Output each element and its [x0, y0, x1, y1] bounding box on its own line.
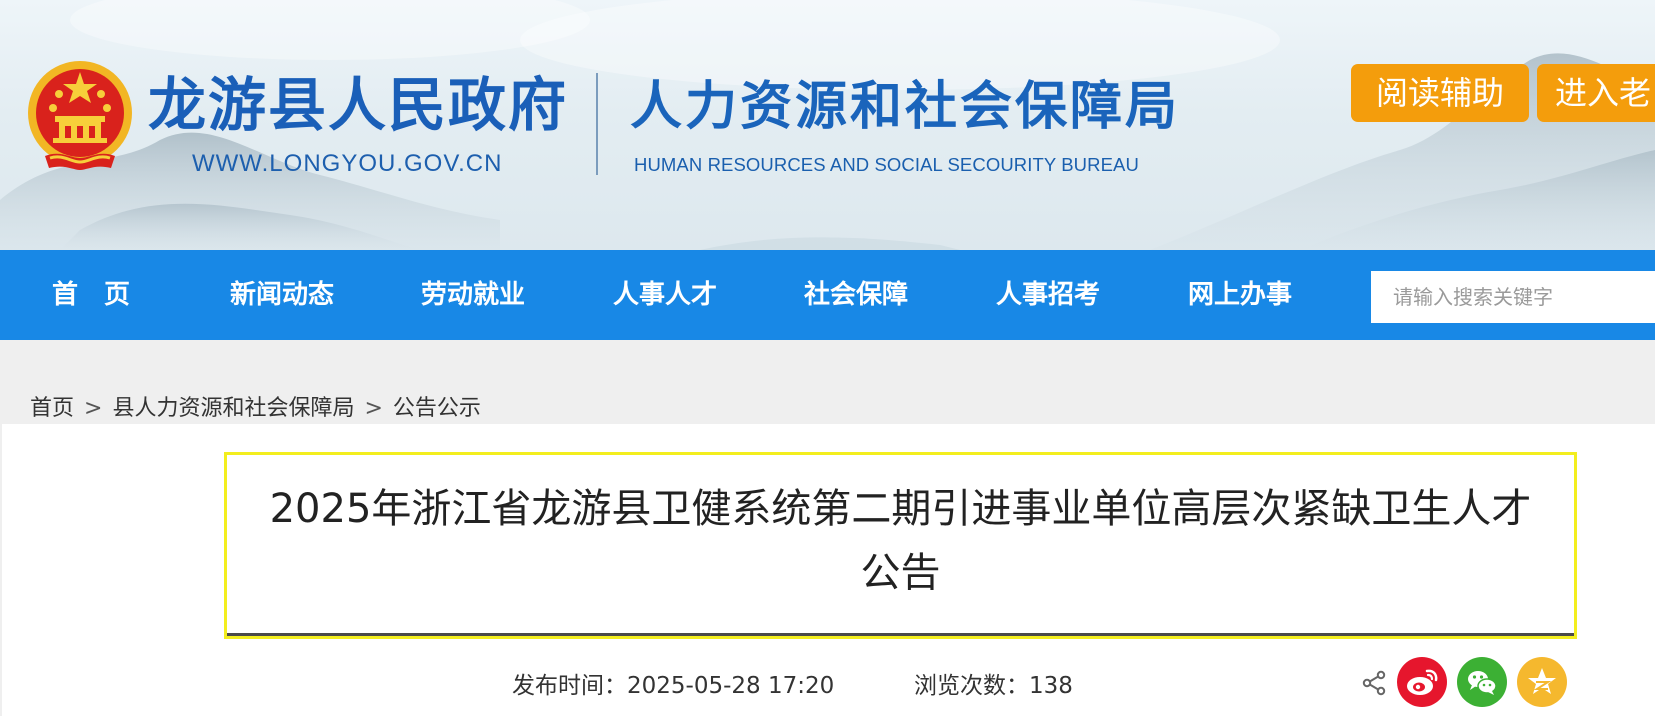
elder-mode-button[interactable]: 进入老 [1537, 64, 1655, 122]
qzone-icon [1528, 668, 1556, 694]
nav-item-social-security[interactable]: 社会保障 [804, 250, 908, 340]
publish-time: 发布时间：2025-05-28 17:20 [512, 666, 834, 700]
article-title: 2025年浙江省龙游县卫健系统第二期引进事业单位高层次紧缺卫生人才 公告 [227, 477, 1574, 605]
publish-time-label: 发布时间： [512, 673, 627, 699]
site-title: 龙游县人民政府 [148, 71, 569, 139]
view-count-label: 浏览次数： [914, 673, 1029, 699]
nav-item-online-services[interactable]: 网上办事 [1188, 250, 1292, 340]
breadcrumb-bureau[interactable]: 县人力资源和社会保障局 [112, 396, 354, 421]
nav-item-home[interactable]: 首 页 [52, 250, 130, 340]
qzone-share-button[interactable] [1517, 657, 1567, 707]
breadcrumb-announcements[interactable]: 公告公示 [393, 396, 481, 421]
article-title-line2: 公告 [860, 550, 941, 596]
header-divider [596, 73, 598, 175]
publish-time-value: 2025-05-28 17:20 [627, 673, 835, 699]
site-url: WWW.LONGYOU.GOV.CN [192, 150, 503, 177]
breadcrumb-separator: > [84, 396, 103, 421]
view-count-value: 138 [1029, 673, 1073, 699]
weibo-icon [1407, 669, 1438, 695]
breadcrumb-home[interactable]: 首页 [30, 396, 74, 421]
wechat-share-button[interactable] [1457, 657, 1507, 707]
article-title-line1: 2025年浙江省龙游县卫健系统第二期引进事业单位高层次紧缺卫生人才 [269, 486, 1532, 532]
nav-item-news[interactable]: 新闻动态 [230, 250, 334, 340]
share-icon[interactable] [1361, 670, 1387, 696]
weibo-share-button[interactable] [1397, 657, 1447, 707]
article-title-box: 2025年浙江省龙游县卫健系统第二期引进事业单位高层次紧缺卫生人才 公告 [224, 452, 1577, 639]
national-emblem-logo [28, 61, 132, 170]
nav-item-exams[interactable]: 人事招考 [996, 250, 1100, 340]
bureau-title: 人力资源和社会保障局 [630, 77, 1181, 137]
nav-item-personnel[interactable]: 人事人才 [613, 250, 717, 340]
nav-item-employment[interactable]: 劳动就业 [421, 250, 525, 340]
site-header: 龙游县人民政府 WWW.LONGYOU.GOV.CN 人力资源和社会保障局 HU… [0, 0, 1655, 250]
view-count: 浏览次数：138 [914, 666, 1073, 700]
search-input[interactable] [1371, 271, 1655, 323]
bureau-subtitle-en: HUMAN RESOURCES AND SOCIAL SECOURITY BUR… [634, 154, 1139, 175]
main-nav: 首 页 新闻动态 劳动就业 人事人才 社会保障 人事招考 网上办事 [0, 250, 1655, 340]
wechat-icon [1468, 671, 1497, 695]
breadcrumb-separator: > [364, 396, 383, 421]
breadcrumb: 首页 > 县人力资源和社会保障局 > 公告公示 [30, 390, 481, 422]
reading-assist-button[interactable]: 阅读辅助 [1351, 64, 1529, 122]
